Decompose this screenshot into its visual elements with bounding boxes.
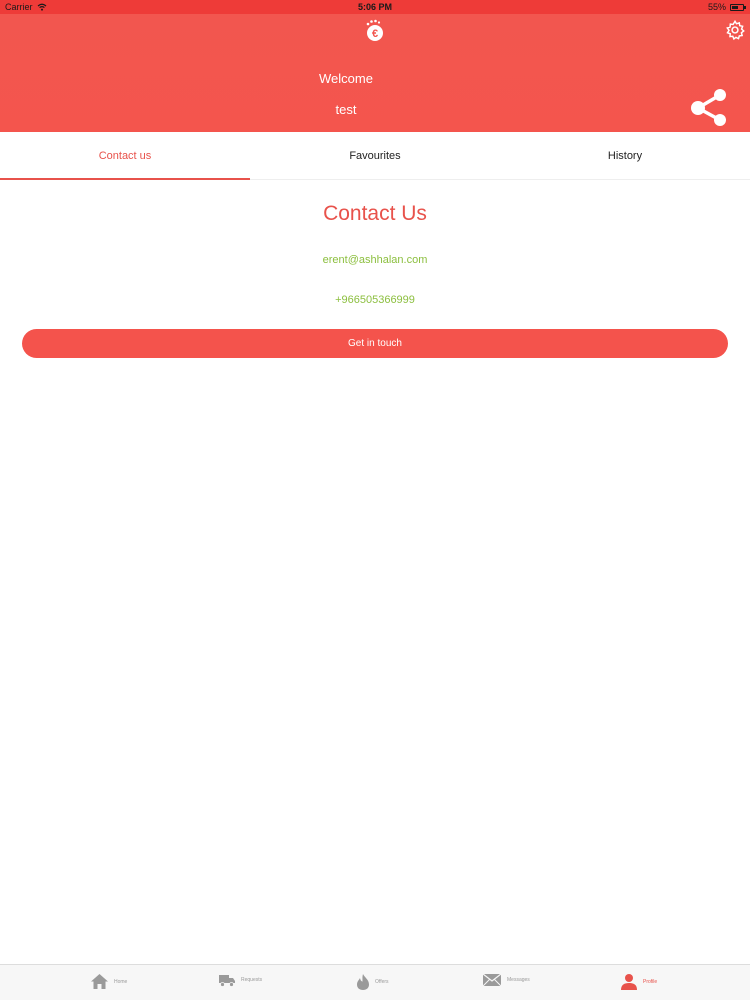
- nav-messages[interactable]: Messages: [482, 973, 530, 987]
- nav-offers[interactable]: Offers: [356, 973, 389, 991]
- flame-icon: [357, 974, 369, 990]
- nav-requests-label: Requests: [241, 977, 263, 983]
- nav-offers-label: Offers: [375, 979, 389, 985]
- share-icon[interactable]: [688, 86, 732, 130]
- profile-header: € Welcome test: [0, 14, 750, 132]
- status-bar: Carrier 5:06 PM 55%: [0, 0, 750, 14]
- nav-home-label: Home: [114, 978, 128, 985]
- username-label: test: [335, 102, 357, 117]
- nav-home[interactable]: Home: [90, 973, 127, 990]
- profile-tabs: Contact us Favourites History: [0, 132, 750, 180]
- contact-phone-link[interactable]: +966505366999: [0, 294, 750, 306]
- nav-messages-label: Messages: [507, 977, 530, 983]
- app-logo-icon: €: [366, 19, 383, 41]
- home-icon: [91, 974, 108, 989]
- bottom-nav: Home Requests Offers Messages Profile: [0, 964, 750, 1000]
- mail-icon: [482, 973, 502, 987]
- status-time: 5:06 PM: [357, 2, 392, 12]
- tab-favourites[interactable]: Favourites: [250, 132, 500, 179]
- battery-percent: 55%: [707, 2, 726, 12]
- nav-profile-label: Profile: [643, 979, 658, 985]
- tab-contact-us[interactable]: Contact us: [0, 132, 250, 180]
- nav-profile[interactable]: Profile: [620, 973, 657, 991]
- nav-requests[interactable]: Requests: [218, 973, 262, 987]
- welcome-label: Welcome: [319, 71, 373, 86]
- battery-group: 55%: [707, 2, 746, 12]
- settings-gear-icon[interactable]: [724, 19, 746, 41]
- battery-icon: [730, 3, 746, 11]
- get-in-touch-button[interactable]: Get in touch: [22, 329, 728, 358]
- contact-email-link[interactable]: erent@ashhalan.com: [0, 254, 750, 266]
- tab-history[interactable]: History: [500, 132, 750, 179]
- svg-text:€: €: [372, 28, 378, 40]
- truck-icon: [219, 975, 235, 987]
- battery-fill: [732, 5, 738, 9]
- user-icon: [621, 974, 637, 990]
- contact-title: Contact Us: [323, 202, 427, 225]
